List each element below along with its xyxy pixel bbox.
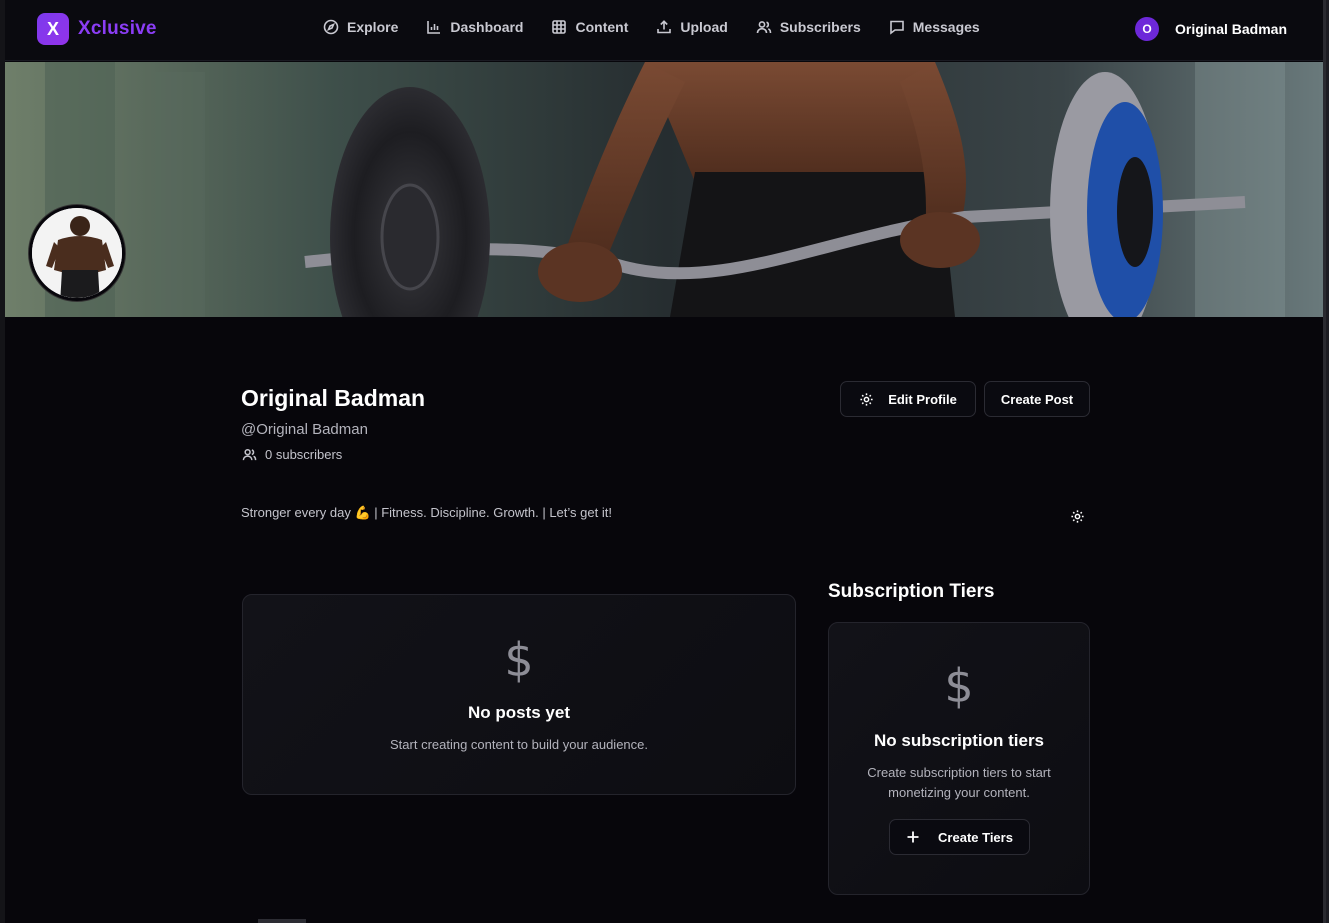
tiers-empty-title: No subscription tiers: [873, 731, 1045, 750]
upload-icon: [657, 20, 672, 34]
nav-content[interactable]: Content: [551, 19, 628, 35]
scrollbar[interactable]: [1323, 0, 1326, 923]
gear-icon: [1071, 510, 1084, 523]
bar-chart-icon: [427, 21, 441, 34]
nav-links: Explore Dashboard Content Upload Subscri…: [323, 19, 980, 35]
nav-dashboard-label: Dashboard: [450, 19, 524, 35]
nav-dashboard[interactable]: Dashboard: [426, 19, 523, 35]
grid-icon: [552, 20, 567, 34]
top-navbar: X Xclusive Explore Dashboard Content Upl…: [5, 0, 1326, 61]
nav-messages-label: Messages: [912, 19, 980, 35]
gear-icon: [860, 392, 873, 406]
compass-icon: [323, 19, 339, 35]
tiers-empty-text-1: Create subscription tiers to start: [867, 765, 1051, 780]
nav-subscribers-label: Subscribers: [779, 19, 861, 35]
posts-empty-title: No posts yet: [467, 703, 571, 722]
dollar-icon: $: [944, 659, 974, 713]
edit-profile-button[interactable]: Edit Profile: [840, 381, 976, 417]
nav-upload[interactable]: Upload: [656, 19, 728, 35]
tiers-empty-text-2: monetizing your content.: [888, 785, 1030, 800]
cover-banner: [5, 62, 1326, 317]
create-post-button[interactable]: Create Post: [984, 381, 1090, 417]
users-icon: [242, 448, 257, 461]
user-menu[interactable]: O Original Badman: [1135, 17, 1287, 41]
brand-name: Xclusive: [78, 18, 157, 39]
posts-empty-card: $ No posts yet Start creating content to…: [242, 594, 796, 795]
nav-upload-label: Upload: [680, 19, 728, 35]
logo-mark: X: [37, 13, 69, 45]
message-icon: [889, 20, 904, 35]
brand-logo[interactable]: X Xclusive: [37, 13, 157, 45]
create-tiers-button[interactable]: Create Tiers: [889, 819, 1030, 855]
nav-subscribers[interactable]: Subscribers: [756, 19, 861, 35]
subscriber-count: 0 subscribers: [242, 447, 342, 462]
edit-profile-label: Edit Profile: [888, 391, 957, 407]
profile-avatar[interactable]: [29, 205, 125, 301]
nav-content-label: Content: [575, 19, 629, 35]
nav-messages[interactable]: Messages: [889, 19, 980, 35]
bio-settings[interactable]: [1070, 509, 1085, 524]
create-post-label: Create Post: [1000, 391, 1074, 407]
cover-image: [5, 62, 1326, 317]
create-tiers-label: Create Tiers: [938, 829, 1013, 845]
users-icon: [756, 21, 772, 34]
user-avatar: O: [1135, 17, 1159, 41]
tiers-empty-card: $ No subscription tiers Create subscript…: [828, 622, 1090, 895]
app-window: X Xclusive Explore Dashboard Content Upl…: [5, 0, 1326, 923]
user-name: Original Badman: [1175, 21, 1288, 37]
plus-icon: [907, 831, 919, 843]
profile-name: Original Badman: [241, 385, 426, 411]
posts-empty-text: Start creating content to build your aud…: [390, 737, 648, 752]
dollar-icon: $: [504, 633, 534, 687]
tiers-heading: Subscription Tiers: [828, 581, 995, 602]
profile-bio: Stronger every day 💪 | Fitness. Discipli…: [241, 505, 612, 520]
scroll-indicator: [258, 919, 306, 923]
nav-explore-label: Explore: [347, 19, 399, 35]
profile-handle: @Original Badman: [241, 421, 368, 438]
subscriber-count-label: 0 subscribers: [265, 447, 343, 462]
nav-explore[interactable]: Explore: [323, 19, 398, 35]
